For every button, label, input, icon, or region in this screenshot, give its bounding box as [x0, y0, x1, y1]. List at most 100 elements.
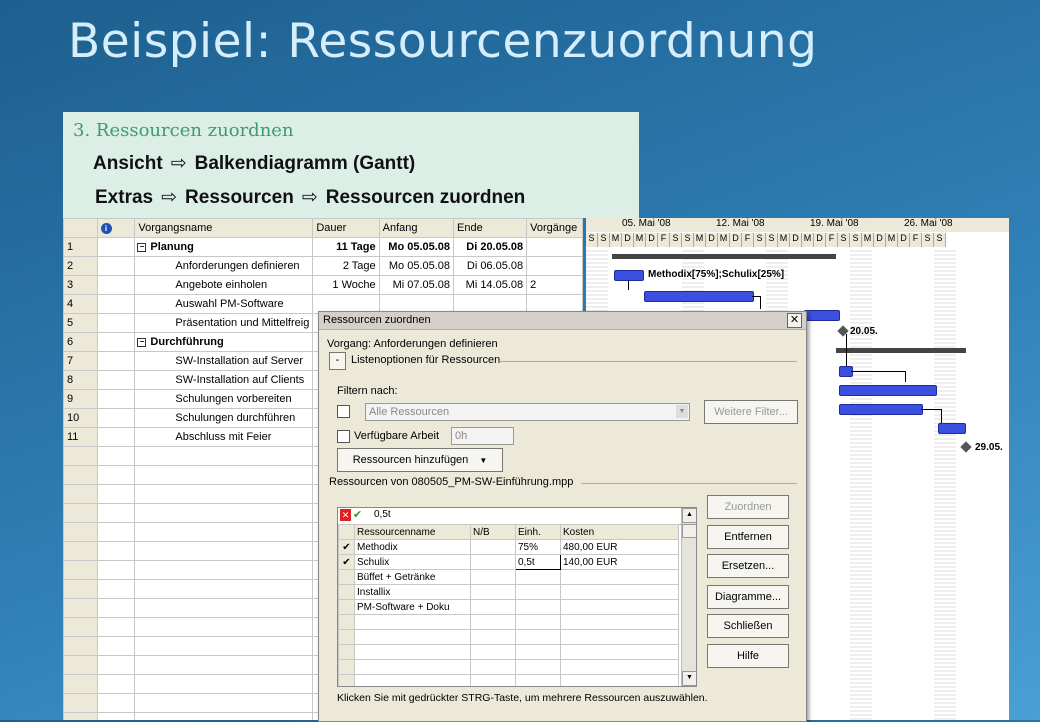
row-selector[interactable] — [338, 629, 355, 645]
task-bar-schulung-durchfuehren[interactable] — [938, 423, 966, 434]
table-row[interactable]: 3 Angebote einholen 1 Woche Mi 07.05.08 Mi 1… — [63, 275, 583, 295]
resource-nb-cell[interactable] — [470, 629, 516, 645]
resource-kosten-cell[interactable] — [560, 644, 679, 660]
filter-select[interactable]: Alle Ressourcen ▼ — [365, 403, 690, 421]
resource-row[interactable] — [338, 674, 679, 686]
resource-kosten-cell[interactable] — [560, 599, 679, 615]
indicator-cell[interactable] — [96, 351, 136, 371]
task-bar-clients[interactable] — [839, 385, 937, 396]
summary-bar-durchfuehrung[interactable] — [836, 348, 966, 353]
resource-einh-cell[interactable] — [515, 674, 561, 686]
scroll-up-icon[interactable]: ▲ — [682, 508, 696, 523]
resource-name-cell[interactable]: PM-Software + Doku — [354, 599, 471, 615]
resource-row[interactable] — [338, 629, 679, 645]
indicator-cell[interactable] — [96, 275, 136, 295]
resource-name-cell[interactable] — [354, 674, 471, 686]
task-name-cell[interactable]: Schulungen durchführen — [134, 408, 314, 428]
resource-nb-cell[interactable] — [470, 569, 516, 585]
task-name-cell[interactable]: Anforderungen definieren — [134, 256, 314, 276]
resource-nb-cell[interactable] — [470, 554, 516, 570]
indicator-cell[interactable] — [96, 503, 136, 523]
resource-kosten-cell[interactable] — [560, 629, 679, 645]
resource-nb-cell[interactable] — [470, 539, 516, 555]
resource-kosten-cell[interactable] — [560, 584, 679, 600]
row-selector[interactable] — [338, 599, 355, 615]
start-cell[interactable]: Mi 07.05.08 — [378, 275, 455, 295]
start-cell[interactable]: Mo 05.05.08 — [378, 256, 455, 276]
indicator-cell[interactable] — [96, 484, 136, 504]
duration-cell[interactable]: 11 Tage — [312, 237, 380, 257]
assign-button[interactable]: Zuordnen — [707, 495, 789, 519]
resource-row[interactable]: Büffet + Getränke — [338, 569, 679, 585]
task-bar-anforderungen[interactable] — [614, 270, 644, 281]
task-name-cell[interactable]: Abschluss mit Feier — [134, 427, 314, 447]
task-name-cell[interactable] — [134, 560, 314, 580]
collapse-icon[interactable]: − — [137, 337, 147, 347]
row-selector[interactable] — [338, 644, 355, 660]
cancel-icon[interactable]: ✕ — [340, 509, 351, 521]
indicator-cell[interactable] — [96, 693, 136, 713]
task-name-cell[interactable]: − Planung — [134, 237, 314, 257]
grid-scrollbar[interactable]: ▲ ▼ — [681, 508, 696, 686]
resource-einh-cell[interactable] — [515, 569, 561, 585]
indicator-cell[interactable] — [96, 712, 136, 720]
resource-einh-cell[interactable] — [515, 584, 561, 600]
replace-button[interactable]: Ersetzen... — [707, 554, 789, 578]
table-row[interactable]: 2 Anforderungen definieren 2 Tage Mo 05.05.… — [63, 256, 583, 276]
task-name-cell[interactable]: Präsentation und Mittelfreig — [134, 313, 314, 333]
task-name-cell[interactable] — [134, 655, 314, 675]
milestone-icon[interactable] — [960, 441, 972, 453]
resource-row[interactable]: ✔ Methodix 75% 480,00 EUR — [338, 539, 679, 555]
grid-edit-value[interactable]: 0,5t — [374, 509, 391, 520]
indicator-cell[interactable] — [96, 427, 136, 447]
indicator-cell[interactable] — [96, 560, 136, 580]
indicator-cell[interactable] — [96, 674, 136, 694]
indicator-cell[interactable] — [96, 408, 136, 428]
more-filters-button[interactable]: Weitere Filter... — [704, 400, 798, 424]
task-name-cell[interactable]: Angebote einholen — [134, 275, 314, 295]
col-anfang[interactable]: Anfang — [378, 218, 455, 238]
available-work-checkbox[interactable] — [337, 430, 350, 443]
resource-einh-cell[interactable] — [515, 614, 561, 630]
task-name-cell[interactable] — [134, 541, 314, 561]
task-name-cell[interactable]: SW-Installation auf Clients — [134, 370, 314, 390]
resource-nb-cell[interactable] — [470, 674, 516, 686]
resource-row[interactable]: ✔ Schulix 0,5t 140,00 EUR — [338, 554, 679, 570]
duration-cell[interactable]: 1 Woche — [312, 275, 380, 295]
indicator-cell[interactable] — [96, 598, 136, 618]
scroll-thumb[interactable] — [682, 524, 696, 538]
task-bar-praesentation[interactable] — [804, 310, 840, 321]
task-name-cell[interactable] — [134, 617, 314, 637]
indicator-cell[interactable] — [96, 256, 136, 276]
listoptions-toggle-button[interactable]: - — [329, 352, 346, 370]
task-name-cell[interactable] — [134, 598, 314, 618]
task-name-cell[interactable] — [134, 503, 314, 523]
dialog-titlebar[interactable]: Ressourcen zuordnen ✕ — [319, 312, 806, 330]
resource-row[interactable] — [338, 614, 679, 630]
row-selector[interactable] — [338, 569, 355, 585]
filter-checkbox[interactable] — [337, 405, 350, 418]
resource-nb-cell[interactable] — [470, 599, 516, 615]
task-name-cell[interactable] — [134, 579, 314, 599]
row-selector[interactable] — [338, 674, 355, 686]
resource-name-cell[interactable]: Methodix — [354, 539, 471, 555]
resource-einh-cell[interactable] — [515, 599, 561, 615]
task-name-cell[interactable] — [134, 693, 314, 713]
resource-name-cell[interactable]: Installix — [354, 584, 471, 600]
resource-einh-cell[interactable] — [515, 629, 561, 645]
row-selector[interactable]: ✔ — [338, 554, 355, 570]
indicator-cell[interactable] — [96, 636, 136, 656]
resource-kosten-cell[interactable] — [560, 569, 679, 585]
add-resources-button[interactable]: Ressourcen hinzufügen ▼ — [337, 448, 503, 472]
chevron-down-icon[interactable]: ▼ — [676, 405, 688, 418]
row-selector[interactable]: ✔ — [338, 539, 355, 555]
resource-kosten-cell[interactable] — [560, 674, 679, 686]
remove-button[interactable]: Entfernen — [707, 525, 789, 549]
col-nb[interactable]: N/B — [470, 524, 516, 540]
col-einheiten[interactable]: Einh. — [515, 524, 561, 540]
indicator-cell[interactable] — [96, 294, 136, 314]
indicator-cell[interactable] — [96, 332, 136, 352]
table-row[interactable]: 1− Planung 11 Tage Mo 05.05.08 Di 20.05.08 — [63, 237, 583, 257]
indicator-cell[interactable] — [96, 389, 136, 409]
predecessors-cell[interactable] — [526, 256, 583, 276]
